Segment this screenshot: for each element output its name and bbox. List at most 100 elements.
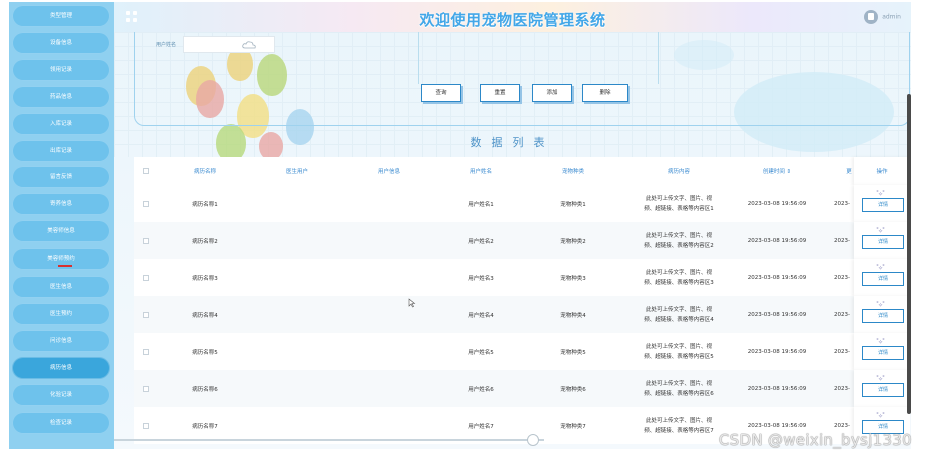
row-checkbox[interactable] [143, 274, 149, 281]
content-line: 此处可上传文字、图片、视 [645, 417, 712, 424]
sidebar-item[interactable]: 美容师信息 [12, 220, 110, 242]
row-checkbox[interactable] [143, 422, 149, 429]
table-row[interactable]: 病历名称2 用户姓名2 宠物种类2 此处可上传文字、图片、视 频、超链接、表格等内容区2… [134, 222, 910, 259]
row-select-cell[interactable] [134, 370, 158, 407]
sidebar-item[interactable]: 检查记录 [12, 412, 110, 434]
stars-icon: ˚✧˚ [876, 228, 885, 235]
column-header[interactable]: 病历名称 [164, 157, 246, 185]
cell-record-name: 病历名称2 [192, 238, 218, 245]
row-checkbox[interactable] [143, 311, 149, 318]
search-input[interactable] [183, 36, 275, 53]
cell-created-time: 2023-03-08 19:56:09 [747, 237, 807, 244]
user-name: admin [882, 13, 901, 21]
cell-record-name: 病历名称1 [192, 201, 218, 208]
detail-button[interactable]: ˚✧˚ 详情 [862, 377, 904, 397]
row-select-cell[interactable] [134, 259, 158, 296]
cell-record-name: 病历名称6 [192, 386, 218, 393]
sidebar-item-label: 出库记录 [49, 148, 72, 154]
table-row[interactable]: 病历名称3 用户姓名3 宠物种类3 此处可上传文字、图片、视 频、超链接、表格等内容区3… [134, 259, 910, 296]
delete-button[interactable]: 删除 [582, 84, 628, 102]
cell-pet-type: 宠物种类5 [560, 349, 586, 356]
active-indicator [58, 265, 72, 267]
detail-button-label: 详情 [877, 276, 888, 282]
cell-pet-type: 宠物种类2 [560, 238, 586, 245]
row-checkbox[interactable] [143, 200, 149, 207]
table-row[interactable]: 病历名称1 用户姓名1 宠物种类1 此处可上传文字、图片、视 频、超链接、表格等内容区1… [134, 185, 910, 222]
detail-button[interactable]: ˚✧˚ 详情 [862, 303, 904, 323]
sidebar-item[interactable]: 出库记录 [12, 140, 110, 162]
row-checkbox[interactable] [143, 385, 149, 392]
table-row[interactable]: 病历名称4 用户姓名4 宠物种类4 此处可上传文字、图片、视 频、超链接、表格等内容区4… [134, 296, 910, 333]
sidebar-item[interactable]: 问诊信息 [12, 330, 110, 352]
operation-cell: ˚✧˚ 详情 [854, 222, 910, 259]
sidebar-item[interactable]: 入库记录 [12, 113, 110, 135]
stars-icon: ˚✧˚ [876, 413, 885, 420]
sidebar-item[interactable]: 设备信息 [12, 32, 110, 54]
detail-button[interactable]: ˚✧˚ 详情 [862, 340, 904, 360]
table-row[interactable]: 病历名称6 用户姓名6 宠物种类6 此处可上传文字、图片、视 频、超链接、表格等内容区6… [134, 370, 910, 407]
reset-button[interactable]: 重置 [480, 84, 520, 102]
row-select-cell[interactable] [134, 222, 158, 259]
header: 欢迎使用宠物医院管理系统 admin [114, 2, 911, 32]
cell-pet-type: 宠物种类3 [560, 275, 586, 282]
cell-user-name: 用户姓名6 [468, 386, 494, 393]
column-header-sortable[interactable]: 创建时间 ⇕ [736, 157, 818, 185]
horizontal-scroll-knob[interactable] [527, 434, 539, 446]
select-all-checkbox[interactable] [143, 168, 149, 174]
column-header[interactable]: 宠物种类 [532, 157, 614, 185]
mouse-cursor-icon [408, 298, 416, 308]
content-line: 此处可上传文字、图片、视 [645, 306, 712, 313]
detail-button[interactable]: ˚✧˚ 详情 [862, 266, 904, 286]
search-field-label: 用户姓名 [156, 42, 177, 48]
add-button[interactable]: 添加 [532, 84, 572, 102]
sidebar: 类型管理设备信息领用记录药品信息入库记录出库记录留言反馈寄养信息美容师信息美容师… [9, 2, 114, 449]
cloud-icon [242, 41, 256, 49]
sidebar-item[interactable]: 药品信息 [12, 86, 110, 108]
sidebar-item[interactable]: 病历信息 [12, 357, 110, 379]
sidebar-item-label: 检查记录 [49, 420, 72, 426]
row-checkbox[interactable] [143, 348, 149, 355]
cell-record-content: 此处可上传文字、图片、视 频、超链接、表格等内容区4 [624, 296, 734, 333]
detail-button[interactable]: ˚✧˚ 详情 [862, 229, 904, 249]
row-select-cell[interactable] [134, 185, 158, 222]
select-all-cell[interactable] [134, 157, 158, 185]
row-select-cell[interactable] [134, 296, 158, 333]
cell-record-content: 此处可上传文字、图片、视 频、超链接、表格等内容区5 [624, 333, 734, 370]
sidebar-item[interactable]: 医生信息 [12, 276, 110, 298]
row-select-cell[interactable] [134, 333, 158, 370]
vertical-scrollbar[interactable] [907, 94, 911, 414]
column-header[interactable]: 用户信息 [348, 157, 430, 185]
content-line: 频、超链接、表格等内容区4 [644, 316, 714, 323]
cell-created-time: 2023-03-08 19:56:09 [747, 385, 807, 392]
user-menu[interactable]: admin [864, 10, 901, 24]
row-checkbox[interactable] [143, 237, 149, 244]
query-button[interactable]: 查询 [421, 84, 461, 102]
horizontal-scrollbar[interactable] [114, 439, 544, 441]
sidebar-item-label: 化验记录 [49, 392, 72, 398]
sidebar-item-label: 领用记录 [49, 67, 72, 73]
table-row[interactable]: 病历名称5 用户姓名5 宠物种类5 此处可上传文字、图片、视 频、超链接、表格等内容区5… [134, 333, 910, 370]
page-title: 欢迎使用宠物医院管理系统 [419, 11, 606, 29]
stars-icon: ˚✧˚ [876, 265, 885, 272]
detail-button[interactable]: ˚✧˚ 详情 [862, 192, 904, 212]
operation-cell: ˚✧˚ 详情 [854, 185, 910, 222]
column-header[interactable]: 医生用户 [256, 157, 338, 185]
sidebar-item[interactable]: 类型管理 [12, 5, 110, 27]
sidebar-item[interactable]: 留言反馈 [12, 166, 110, 188]
operation-cell: ˚✧˚ 详情 [854, 296, 910, 333]
content-line: 此处可上传文字、图片、视 [645, 269, 712, 276]
column-header[interactable]: 病历内容 [624, 157, 734, 185]
stars-icon: ˚✧˚ [876, 191, 885, 198]
sidebar-item[interactable]: 美容师预约 [12, 248, 110, 270]
sidebar-item[interactable]: 寄养信息 [12, 193, 110, 215]
content-line: 频、超链接、表格等内容区5 [644, 353, 714, 360]
content-line: 频、超链接、表格等内容区7 [644, 427, 714, 434]
sidebar-item[interactable]: 领用记录 [12, 59, 110, 81]
sidebar-item[interactable]: 医生预约 [12, 303, 110, 325]
cell-user-name: 用户姓名4 [468, 312, 494, 319]
cell-record-content: 此处可上传文字、图片、视 频、超链接、表格等内容区6 [624, 370, 734, 407]
column-header[interactable]: 用户姓名 [440, 157, 522, 185]
list-title: 数据列表 [470, 136, 555, 149]
sidebar-item[interactable]: 化验记录 [12, 384, 110, 406]
sidebar-item-label: 设备信息 [49, 40, 72, 46]
